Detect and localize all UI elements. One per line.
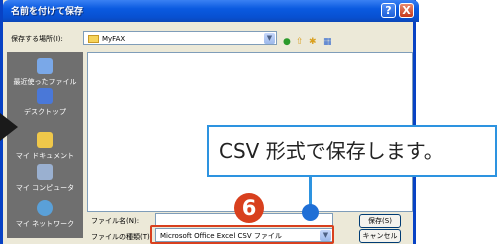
pointer-arrow: [0, 113, 18, 141]
place-my-documents[interactable]: マイ ドキュメント: [7, 132, 83, 161]
folder-icon: [88, 35, 99, 43]
place-label: マイ ネットワーク: [15, 220, 75, 228]
callout-leader-line: [309, 177, 312, 207]
dialog-title: 名前を付けて保存: [11, 7, 84, 17]
save-as-dialog: 名前を付けて保存 ? X 保存する場所(I): MyFAX ▼ ● ⇧ ✱ ▦ …: [0, 0, 419, 244]
place-label: マイ ドキュメント: [15, 152, 75, 160]
desktop-icon: [37, 88, 53, 104]
my-documents-icon: [37, 132, 53, 148]
save-in-label: 保存する場所(I):: [11, 35, 63, 43]
place-desktop[interactable]: デスクトップ: [7, 88, 83, 117]
file-type-highlight: [150, 225, 334, 244]
save-in-dropdown[interactable]: MyFAX ▼: [83, 31, 277, 45]
place-label: マイ コンピュータ: [15, 184, 75, 192]
place-my-network[interactable]: マイ ネットワーク: [7, 200, 83, 229]
my-computer-icon: [37, 164, 53, 180]
title-bar: 名前を付けて保存 ? X: [3, 0, 419, 22]
file-type-label: ファイルの種類(T):: [91, 233, 153, 241]
back-icon[interactable]: ●: [283, 37, 291, 47]
step-number-badge: 6: [234, 193, 264, 223]
places-bar: 最近使ったファイル デスクトップ マイ ドキュメント マイ コンピュータ マイ …: [7, 52, 83, 238]
file-name-label: ファイル名(N):: [91, 217, 140, 225]
up-folder-icon[interactable]: ⇧: [296, 37, 304, 47]
save-in-value: MyFAX: [102, 35, 126, 43]
place-my-computer[interactable]: マイ コンピュータ: [7, 164, 83, 193]
place-label: デスクトップ: [24, 108, 66, 116]
my-network-icon: [37, 200, 53, 216]
chevron-down-icon[interactable]: ▼: [264, 33, 275, 44]
place-label: 最近使ったファイル: [13, 78, 77, 86]
place-recent[interactable]: 最近使ったファイル: [7, 58, 83, 87]
save-button[interactable]: 保存(S): [359, 214, 401, 228]
callout-leader-dot: [302, 204, 319, 221]
close-button[interactable]: X: [399, 3, 414, 18]
recent-icon: [37, 58, 53, 74]
cancel-button[interactable]: キャンセル: [359, 229, 401, 243]
instruction-callout: CSV 形式で保存します。: [207, 125, 497, 177]
views-menu-icon[interactable]: ▦: [323, 37, 332, 47]
help-button[interactable]: ?: [381, 3, 396, 18]
new-folder-icon[interactable]: ✱: [309, 37, 317, 47]
